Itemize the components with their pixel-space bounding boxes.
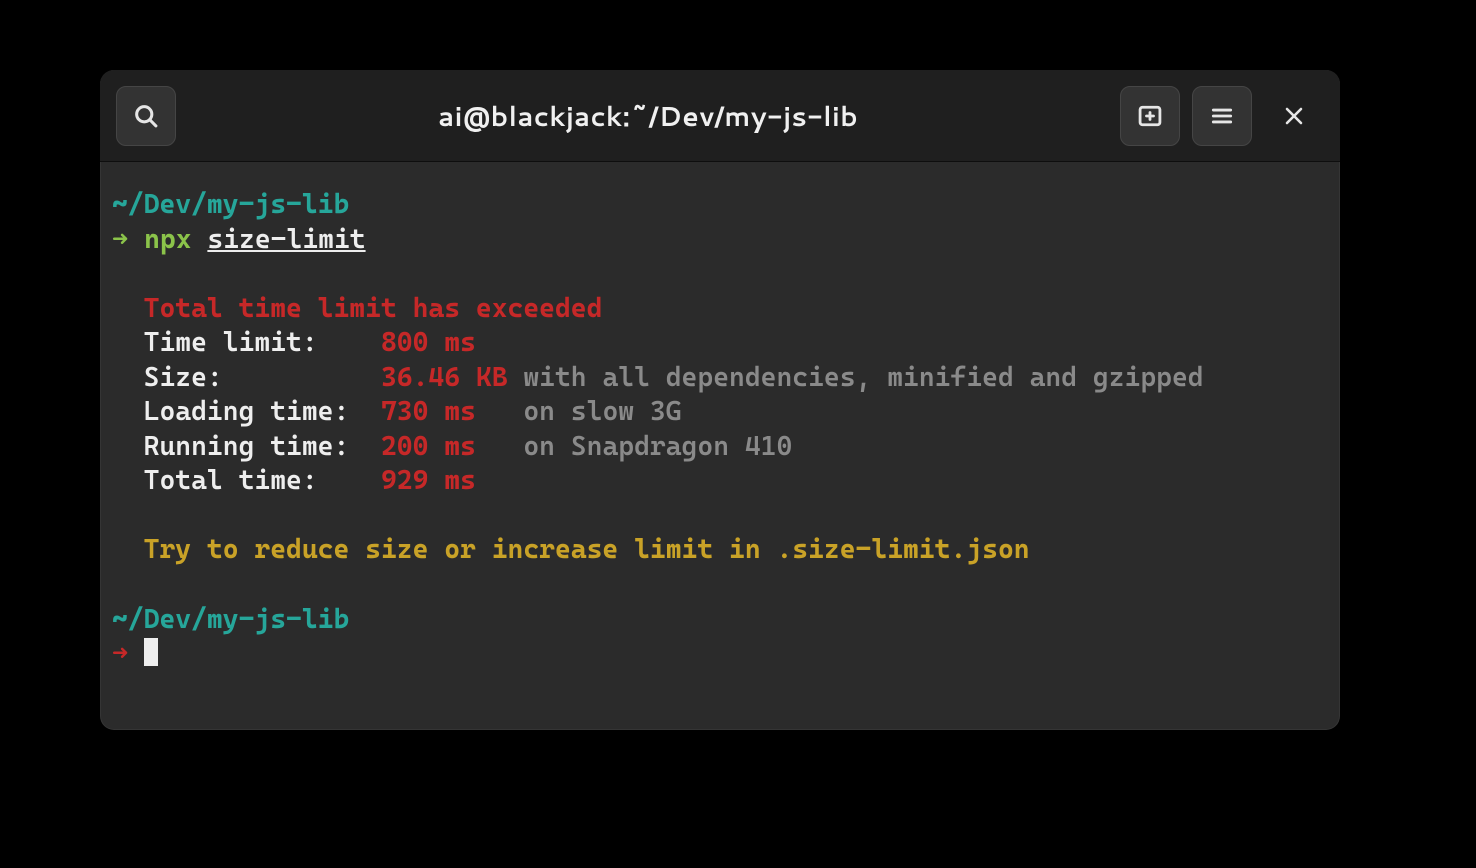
menu-button[interactable]: [1192, 86, 1252, 146]
terminal-window: ai@blackjack:~/Dev/my-js-lib: [100, 70, 1340, 730]
row-label: Time limit:: [144, 327, 365, 358]
new-tab-icon: [1136, 102, 1164, 130]
row-value: 36.46 KB: [381, 362, 508, 393]
cmd-bin: npx: [144, 224, 191, 255]
row-note: on slow 3G: [523, 396, 681, 427]
close-icon: [1282, 104, 1306, 128]
new-tab-button[interactable]: [1120, 86, 1180, 146]
row-note: with all dependencies, minified and gzip…: [523, 362, 1203, 393]
window-title: ai@blackjack:~/Dev/my-js-lib: [188, 96, 1108, 135]
row-value: 800 ms: [381, 327, 476, 358]
row-value: 730 ms: [381, 396, 476, 427]
row-label: Total time:: [144, 465, 365, 496]
error-header: Total time limit has exceeded: [144, 293, 603, 324]
suggestion-file: .size-limit.json: [776, 534, 1029, 565]
hamburger-icon: [1209, 103, 1235, 129]
close-button[interactable]: [1264, 86, 1324, 146]
terminal-output[interactable]: ~/Dev/my-js-lib ➜ npx size-limit Total t…: [100, 162, 1340, 730]
row-label: Size:: [144, 362, 365, 393]
search-icon: [132, 102, 160, 130]
row-note: on Snapdragon 410: [523, 431, 792, 462]
row-value: 929 ms: [381, 465, 476, 496]
cwd-line: ~/Dev/my-js-lib: [112, 189, 349, 220]
row-value: 200 ms: [381, 431, 476, 462]
cmd-arg: size-limit: [207, 224, 365, 255]
row-label: Running time:: [144, 431, 365, 462]
prompt-arrow: ➜: [112, 638, 128, 669]
cursor: [144, 638, 158, 666]
search-button[interactable]: [116, 86, 176, 146]
titlebar: ai@blackjack:~/Dev/my-js-lib: [100, 70, 1340, 162]
row-label: Loading time:: [144, 396, 365, 427]
prompt-arrow: ➜: [112, 224, 128, 255]
suggestion-text: Try to reduce size or increase limit in: [144, 534, 777, 565]
cwd-line: ~/Dev/my-js-lib: [112, 604, 349, 635]
